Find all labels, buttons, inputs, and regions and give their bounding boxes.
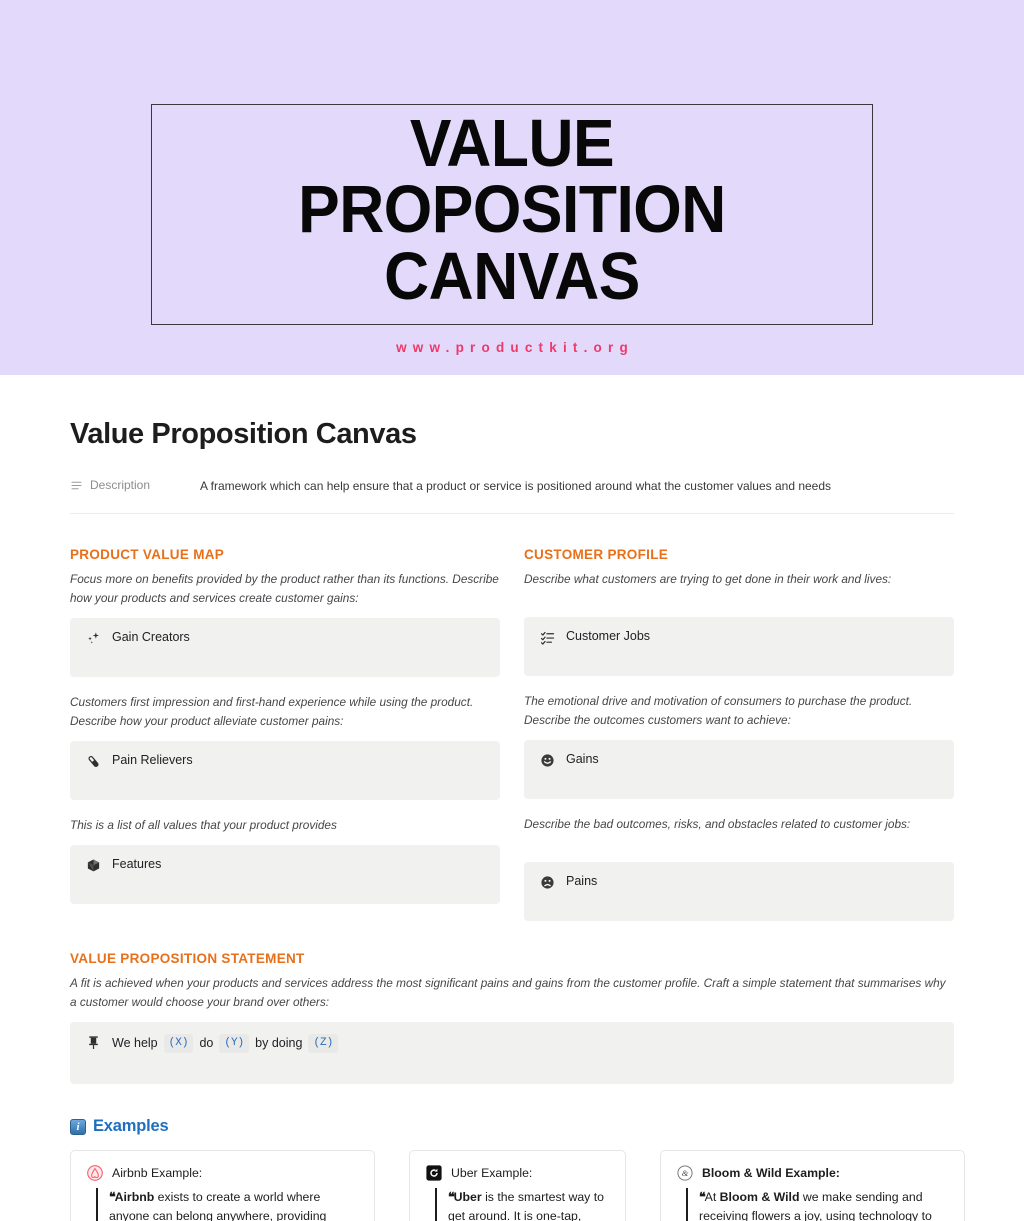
svg-text:&: &: [682, 1170, 689, 1179]
canvas-grid: PRODUCT VALUE MAP Focus more on benefits…: [70, 546, 954, 922]
bloom-wild-logo-icon: &: [677, 1165, 693, 1182]
example-card-uber[interactable]: Uber Example: ❝Uber is the smartest way …: [409, 1150, 626, 1221]
example-header-airbnb: Airbnb Example:: [87, 1165, 358, 1182]
example-card-airbnb[interactable]: Airbnb Example: ❝Airbnb exists to create…: [70, 1150, 375, 1221]
example-quote-prefix-bloom-wild: At: [704, 1190, 720, 1205]
cube-icon: [87, 859, 100, 872]
value-proposition-canvas-page: VALUE PROPOSITION CANVAS www.productkit.…: [0, 0, 1024, 1221]
statement-text-2: do: [199, 1036, 214, 1051]
checklist-icon: [540, 631, 555, 645]
hint-pains: Describe the bad outcomes, risks, and ob…: [524, 817, 911, 832]
pill-icon: [88, 756, 99, 768]
hint-gains: The emotional drive and motivation of co…: [524, 693, 913, 728]
uber-logo-icon: [426, 1165, 442, 1182]
card-customer-jobs[interactable]: Customer Jobs: [524, 616, 954, 676]
examples-heading: Examples: [93, 1117, 169, 1136]
examples-grid: Airbnb Example: ❝Airbnb exists to create…: [70, 1150, 965, 1221]
section-heading-statement: VALUE PROPOSITION STATEMENT: [70, 951, 305, 967]
section-heading-product-value-map: PRODUCT VALUE MAP: [70, 546, 225, 562]
value-proposition-statement-section: VALUE PROPOSITION STATEMENT A fit is ach…: [70, 951, 954, 1085]
card-label-features: Features: [112, 857, 162, 872]
statement-text: We help (X) do (Y) by doing (Z): [112, 1034, 339, 1053]
pushpin-icon: [89, 1036, 98, 1050]
example-name-airbnb: Airbnb Example:: [112, 1166, 203, 1181]
hint-gain-creators: Focus more on benefits provided by the p…: [70, 571, 499, 605]
customer-profile-column: CUSTOMER PROFILE Describe what customers…: [524, 546, 954, 922]
example-quote-bloom-wild: ❝At Bloom & Wild we make sending and rec…: [686, 1188, 948, 1221]
statement-text-3: by doing: [255, 1036, 303, 1051]
statement-tag-x[interactable]: (X): [163, 1034, 194, 1053]
hint-customer-jobs: Describe what customers are trying to ge…: [524, 571, 892, 586]
card-label-pains: Pains: [566, 874, 598, 889]
examples-heading-row: i Examples: [70, 1117, 954, 1136]
description-label-text: Description: [90, 478, 151, 492]
example-card-bloom-wild[interactable]: & Bloom & Wild Example: ❝At Bloom & Wild…: [660, 1150, 965, 1221]
card-pain-relievers[interactable]: Pain Relievers: [70, 741, 500, 801]
smiley-face-icon: [541, 754, 554, 767]
hint-statement: A fit is achieved when your products and…: [70, 976, 946, 1010]
text-lines-icon: [71, 481, 82, 489]
example-header-bloom-wild: & Bloom & Wild Example:: [677, 1165, 948, 1182]
description-row: Description A framework which can help e…: [70, 478, 954, 495]
airbnb-logo-icon: [87, 1165, 103, 1182]
card-label-customer-jobs: Customer Jobs: [566, 628, 651, 643]
card-gain-creators[interactable]: Gain Creators: [70, 618, 500, 678]
hero-banner: VALUE PROPOSITION CANVAS www.productkit.…: [0, 0, 1024, 375]
info-icon: i: [70, 1118, 86, 1135]
description-property-label[interactable]: Description: [70, 478, 200, 492]
statement-tag-y[interactable]: (Y): [219, 1034, 250, 1053]
card-pains[interactable]: Pains: [524, 862, 954, 922]
frowning-face-icon: [541, 876, 554, 889]
page-title: Value Proposition Canvas: [70, 418, 417, 450]
page-content: Value Proposition Canvas Description A f…: [0, 418, 1024, 1221]
card-label-gains: Gains: [566, 752, 599, 767]
hero-title-line-1: VALUE PROPOSITION: [298, 106, 726, 248]
example-name-bloom-wild: Bloom & Wild Example:: [702, 1166, 840, 1181]
product-value-map-column: PRODUCT VALUE MAP Focus more on benefits…: [70, 547, 500, 921]
description-value[interactable]: A framework which can help ensure that a…: [200, 478, 831, 495]
card-features[interactable]: Features: [70, 845, 500, 905]
card-label-pain-relievers: Pain Relievers: [112, 753, 193, 768]
example-brand-bloom-wild: Bloom & Wild: [719, 1190, 800, 1205]
statement-tag-z[interactable]: (Z): [308, 1034, 339, 1053]
example-quote-uber: ❝Uber is the smartest way to get around.…: [435, 1188, 609, 1221]
example-name-uber: Uber Example:: [451, 1166, 533, 1181]
content-divider: [70, 512, 954, 514]
card-label-gain-creators: Gain Creators: [112, 630, 190, 645]
hint-features: This is a list of all values that your p…: [70, 818, 337, 833]
example-brand-airbnb: Airbnb: [114, 1190, 155, 1205]
card-statement[interactable]: We help (X) do (Y) by doing (Z): [70, 1022, 954, 1085]
hero-title-box: VALUE PROPOSITION CANVAS: [151, 104, 873, 325]
example-brand-uber: Uber: [453, 1190, 482, 1205]
section-heading-customer-profile: CUSTOMER PROFILE: [524, 546, 669, 562]
card-gains[interactable]: Gains: [524, 740, 954, 800]
statement-text-1: We help: [112, 1036, 158, 1051]
sparkles-icon: [88, 632, 99, 644]
example-header-uber: Uber Example:: [426, 1165, 609, 1182]
hint-pain-relievers: Customers first impression and first-han…: [70, 695, 474, 729]
example-quote-airbnb: ❝Airbnb exists to create a world where a…: [96, 1188, 358, 1221]
hero-title-line-2: CANVAS: [384, 238, 640, 314]
hero-website-url: www.productkit.org: [396, 339, 634, 355]
